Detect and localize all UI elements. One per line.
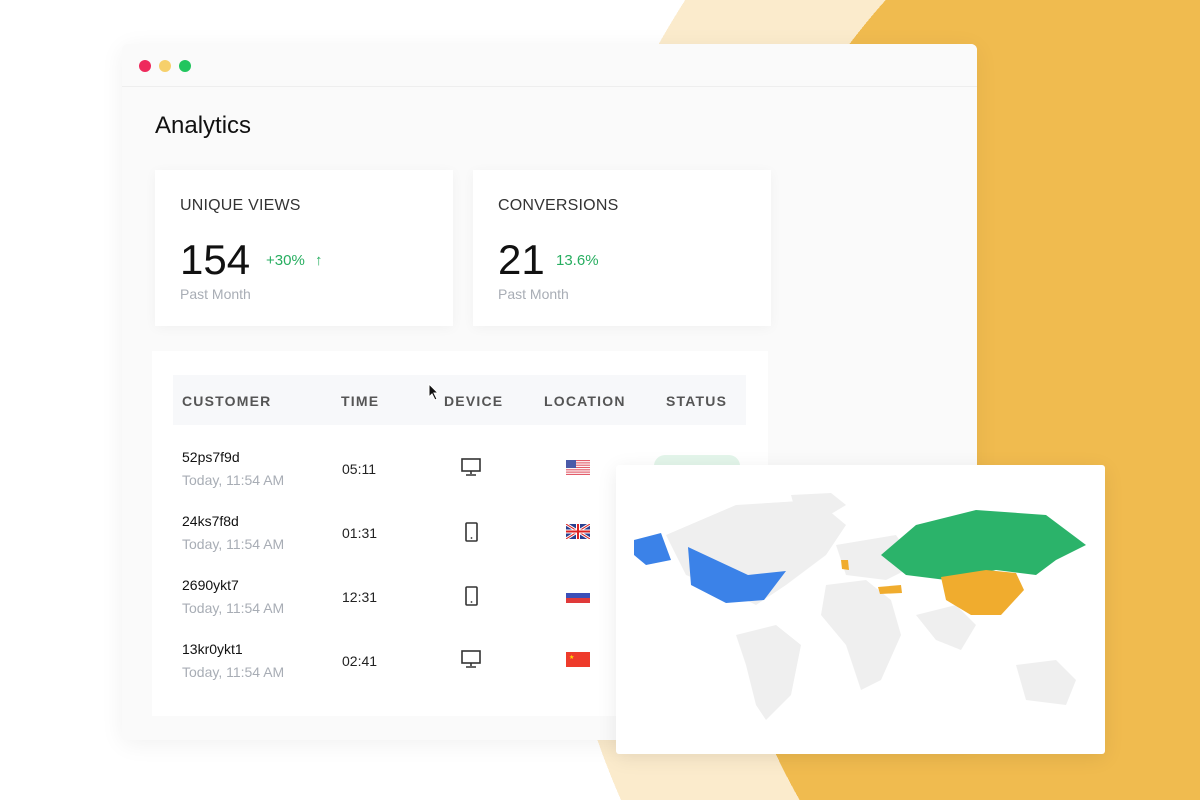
card-value: 154 — [180, 236, 251, 283]
customer-id: 2690ykt7 — [182, 577, 239, 593]
header-device[interactable]: DEVICE — [444, 393, 503, 409]
header-customer[interactable]: CUSTOMER — [182, 393, 271, 409]
maximize-button[interactable] — [179, 60, 191, 72]
map-south-america — [736, 625, 801, 720]
header-location[interactable]: LOCATION — [544, 393, 626, 409]
card-delta: +30% ↑ — [266, 252, 322, 269]
customer-timestamp: Today, 11:54 AM — [182, 600, 285, 616]
card-title: UNIQUE VIEWS — [180, 197, 301, 214]
session-time: 02:41 — [342, 653, 378, 669]
card-title: CONVERSIONS — [498, 197, 619, 214]
mobile-icon — [460, 585, 482, 612]
card-subtitle: Past Month — [498, 286, 569, 302]
map-turkey — [878, 585, 902, 594]
close-button[interactable] — [139, 60, 151, 72]
header-time[interactable]: TIME — [341, 393, 379, 409]
map-africa — [821, 580, 901, 690]
header-status[interactable]: STATUS — [666, 393, 727, 409]
card-value: 21 — [498, 236, 545, 283]
page-title: Analytics — [155, 112, 252, 139]
arrow-up-icon: ↑ — [314, 252, 323, 269]
uk-flag-icon — [565, 522, 591, 541]
map-uk — [841, 560, 849, 570]
customer-timestamp: Today, 11:54 AM — [182, 664, 285, 680]
session-time: 05:11 — [342, 461, 376, 477]
customer-id: 24ks7f8d — [182, 513, 239, 529]
minimize-button[interactable] — [159, 60, 171, 72]
customer-id: 13kr0ykt1 — [182, 641, 243, 657]
world-map-card — [616, 465, 1105, 754]
map-alaska — [634, 533, 671, 565]
card-subtitle: Past Month — [180, 286, 251, 302]
card-delta: 13.6% — [556, 252, 599, 269]
svg-text:★: ★ — [569, 654, 574, 661]
desktop-icon — [460, 457, 482, 482]
desktop-icon — [460, 649, 482, 674]
session-time: 01:31 — [342, 525, 378, 541]
customer-timestamp: Today, 11:54 AM — [182, 472, 285, 488]
customer-id: 52ps7f9d — [182, 449, 240, 465]
mouse-cursor-icon — [428, 383, 440, 401]
us-flag-icon — [566, 460, 590, 475]
mobile-icon — [460, 521, 482, 548]
conversions-card: CONVERSIONS 21 13.6% Past Month — [473, 170, 771, 326]
map-australia — [1016, 660, 1076, 705]
title-bar — [122, 44, 977, 87]
unique-views-card: UNIQUE VIEWS 154 +30% ↑ Past Month — [155, 170, 453, 326]
map-russia — [881, 510, 1086, 580]
russia-flag-icon — [566, 588, 590, 603]
session-time: 12:31 — [342, 589, 378, 605]
world-map — [634, 493, 1086, 720]
delta-text: +30% — [266, 252, 305, 269]
table-header: CUSTOMER TIME DEVICE LOCATION STATUS — [173, 375, 746, 425]
customer-timestamp: Today, 11:54 AM — [182, 536, 285, 552]
china-flag-icon: ★ — [566, 652, 590, 667]
